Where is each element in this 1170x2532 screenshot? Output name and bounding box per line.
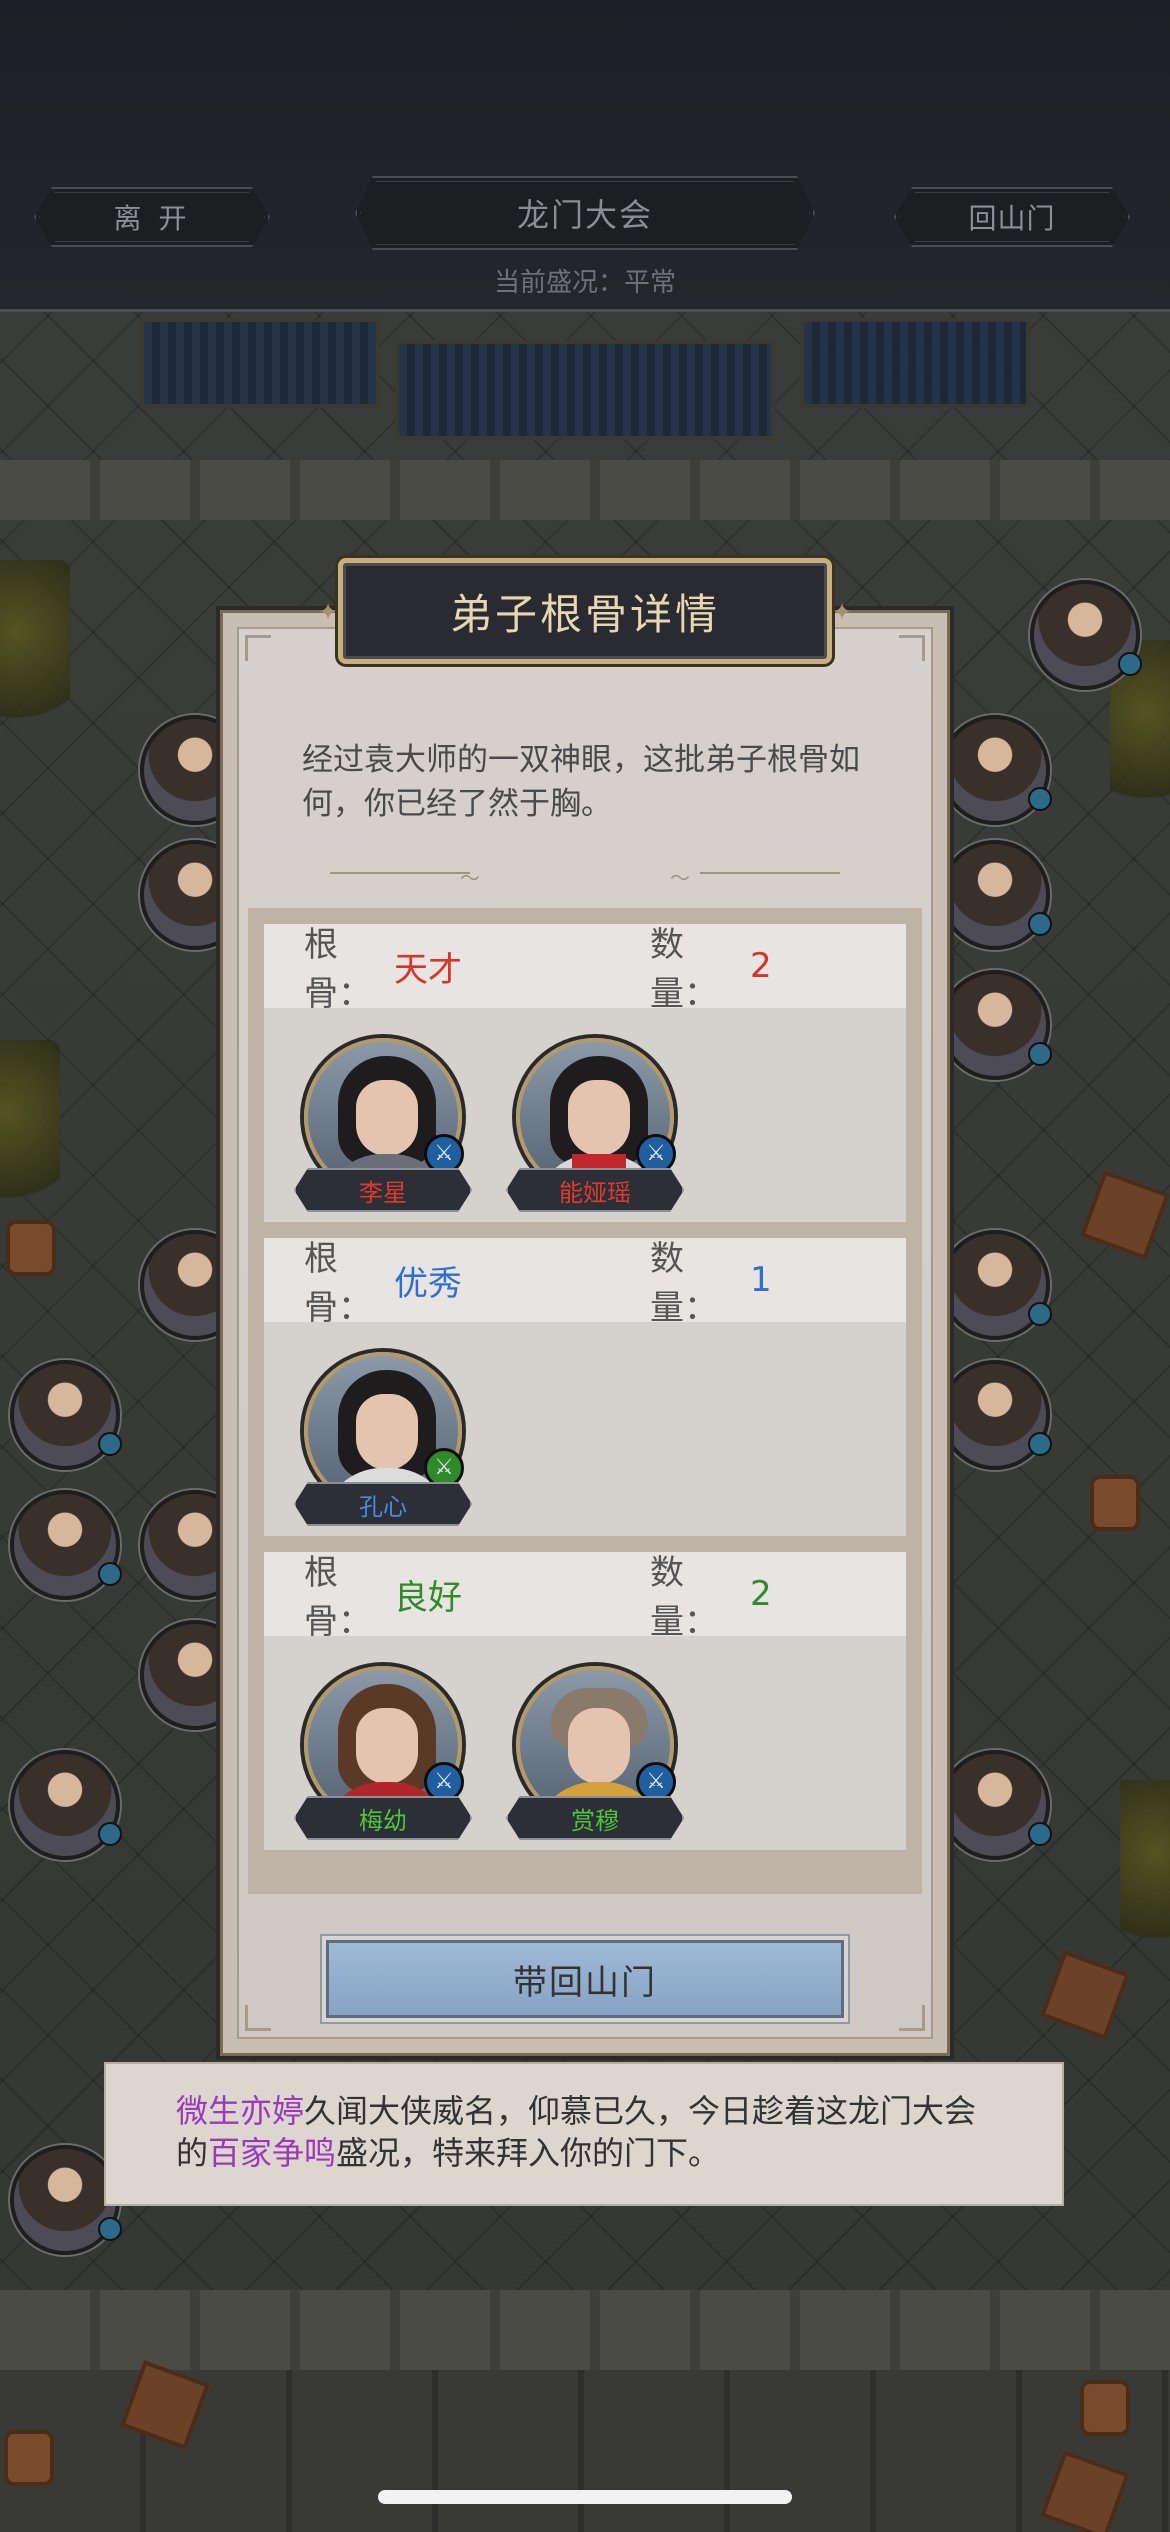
grade-header: 根骨： 天才 数量： 2 (264, 924, 906, 1014)
count-label: 数量： (650, 1553, 718, 1642)
disciple-name: 梅幼 (294, 1796, 472, 1840)
disciple-card[interactable]: ⚔ 李星 (294, 1038, 472, 1218)
disciple-list: ⚔ 孔心 (264, 1322, 906, 1536)
barrel (6, 1220, 56, 1276)
home-indicator[interactable] (378, 2490, 792, 2504)
return-home-button[interactable]: 回山门 (894, 187, 1130, 247)
roof-left (140, 318, 380, 408)
foliage (1120, 1780, 1170, 1960)
message-text: 盛况，特来拜入你的门下。 (336, 2134, 721, 2172)
recruit-name: 微生亦婷 (176, 2092, 305, 2130)
npc-figure[interactable] (940, 1750, 1052, 1860)
npc-figure[interactable] (1030, 580, 1142, 690)
grade-header: 根骨： 良好 数量： 2 (264, 1552, 906, 1642)
disciple-name: 李星 (294, 1168, 472, 1212)
event-status: 当前盛况：平常 (493, 268, 676, 298)
disciple-name: 赏穆 (506, 1796, 684, 1840)
swirl-ornament-icon: ～ (670, 866, 690, 890)
corner-ornament (245, 635, 271, 661)
foliage (0, 560, 70, 740)
disciple-list: ⚔ 李星 ⚔ 能娅瑶 (264, 1008, 906, 1222)
npc-figure[interactable] (940, 970, 1052, 1080)
grade-label: 根骨： (304, 925, 372, 1014)
bring-back-button[interactable]: 带回山门 (326, 1940, 844, 2018)
npc-figure[interactable] (10, 1490, 122, 1600)
barrel (1080, 2380, 1130, 2436)
disciple-list: ⚔ 梅幼 ⚔ 赏穆 (264, 1636, 906, 1850)
wall-bottom (0, 2290, 1170, 2370)
npc-figure[interactable] (10, 1750, 122, 1860)
leave-button[interactable]: 离 开 (34, 187, 270, 247)
grade-group-genius: 根骨： 天才 数量： 2 ⚔ 李星 ⚔ 能娅瑶 (264, 924, 906, 1222)
corner-ornament (899, 2005, 925, 2031)
grade-value: 优秀 (394, 1263, 462, 1304)
disciple-card[interactable]: ⚔ 梅幼 (294, 1666, 472, 1846)
npc-figure[interactable] (940, 715, 1052, 825)
npc-figure[interactable] (940, 840, 1052, 950)
divider (700, 872, 840, 874)
grade-group-good: 根骨： 良好 数量： 2 ⚔ 梅幼 ⚔ 赏穆 (264, 1552, 906, 1850)
grade-label: 根骨： (304, 1239, 372, 1328)
npc-figure[interactable] (940, 1360, 1052, 1470)
count-value: 1 (750, 1260, 772, 1300)
roof-right (800, 318, 1030, 408)
disciple-name: 能娅瑶 (506, 1168, 684, 1212)
grade-groups: 根骨： 天才 数量： 2 ⚔ 李星 ⚔ 能娅瑶 根骨： 优秀 数量： 1 ⚔ 孔… (248, 908, 922, 1894)
event-highlight: 百家争鸣 (208, 2134, 337, 2172)
recruit-message: 微生亦婷久闻大侠威名，仰慕已久，今日趁着这龙门大会的百家争鸣盛况，特来拜入你的门… (104, 2062, 1064, 2206)
barrel (1090, 1475, 1140, 1531)
disciple-name: 孔心 (294, 1482, 472, 1526)
corner-ornament (245, 2005, 271, 2031)
wall-top (0, 460, 1170, 520)
grade-header: 根骨： 优秀 数量： 1 (264, 1238, 906, 1328)
grade-group-excellent: 根骨： 优秀 数量： 1 ⚔ 孔心 (264, 1238, 906, 1536)
disciple-card[interactable]: ⚔ 赏穆 (506, 1666, 684, 1846)
count-label: 数量： (650, 925, 718, 1014)
barrel (4, 2430, 54, 2486)
npc-figure[interactable] (940, 1230, 1052, 1340)
swirl-ornament-icon: ～ (460, 866, 480, 890)
dialog-title: 弟子根骨详情 (338, 558, 832, 664)
npc-figure[interactable] (10, 1360, 122, 1470)
event-title: 龙门大会 (355, 176, 815, 250)
grade-value: 天才 (394, 949, 462, 990)
corner-ornament (899, 635, 925, 661)
foliage (0, 1040, 60, 1220)
dialog-intro: 经过袁大师的一双神眼，这批弟子根骨如何，你已经了然于胸。 (302, 742, 860, 822)
disciple-card[interactable]: ⚔ 能娅瑶 (506, 1038, 684, 1218)
count-value: 2 (750, 946, 772, 986)
count-label: 数量： (650, 1239, 718, 1328)
divider (330, 872, 470, 874)
grade-label: 根骨： (304, 1553, 372, 1642)
roof-center (395, 340, 775, 440)
count-value: 2 (750, 1574, 772, 1614)
disciple-card[interactable]: ⚔ 孔心 (294, 1352, 472, 1532)
grade-value: 良好 (394, 1577, 462, 1618)
